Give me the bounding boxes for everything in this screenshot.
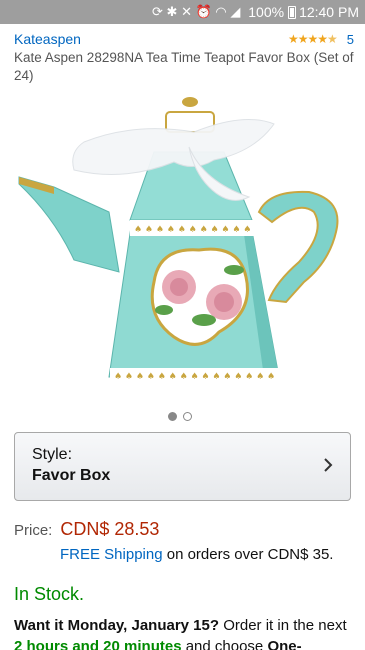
- battery-percent: 100%: [248, 4, 285, 20]
- delivery-date: Want it Monday, January 15?: [14, 617, 220, 634]
- carousel-dot-2[interactable]: [183, 412, 192, 421]
- carousel-dot-1[interactable]: [168, 412, 177, 421]
- battery-icon: [288, 5, 297, 19]
- star-rating-icon: ★★★★★: [287, 32, 338, 46]
- stock-status: In Stock.: [14, 584, 85, 604]
- brand-row: Kateaspen ★★★★★ 5: [14, 30, 354, 48]
- free-shipping-link[interactable]: FREE Shipping: [60, 546, 163, 563]
- price-value: CDN$ 28.53: [60, 519, 160, 539]
- image-carousel-dots: [168, 412, 192, 421]
- rating[interactable]: ★★★★★ 5: [288, 32, 354, 47]
- mute-icon: ✕: [181, 4, 192, 19]
- status-icons: ⟳ ✱ ✕ ⏰ ◠ ◢: [152, 4, 240, 20]
- clock: 12:40 PM: [299, 4, 359, 20]
- delivery-countdown: 2 hours and 20 minutes: [14, 638, 182, 650]
- delivery-and-choose: and choose: [181, 638, 268, 650]
- signal-icon: ◢: [230, 4, 241, 19]
- status-bar: ⟳ ✱ ✕ ⏰ ◠ ◢ 100% 12:40 PM: [0, 0, 365, 24]
- product-image[interactable]: ♠ ♠ ♠ ♠ ♠ ♠ ♠ ♠ ♠ ♠ ♠ ♠ ♠ ♠ ♠ ♠ ♠ ♠ ♠ ♠ …: [14, 92, 354, 397]
- alarm-icon: ⏰: [195, 4, 212, 19]
- style-selector[interactable]: Style: Favor Box: [14, 432, 351, 501]
- shipping-info: FREE Shipping on orders over CDN$ 35.: [60, 546, 333, 563]
- style-value: Favor Box: [32, 467, 111, 484]
- shipping-terms: on orders over CDN$ 35.: [162, 546, 334, 563]
- delivery-option: One-: [267, 638, 302, 650]
- wifi-icon: ◠: [215, 4, 227, 19]
- price-label: Price:: [14, 522, 53, 539]
- rating-count[interactable]: 5: [347, 32, 354, 47]
- style-label: Style:: [32, 446, 73, 463]
- product-title: Kate Aspen 28298NA Tea Time Teapot Favor…: [14, 50, 354, 83]
- svg-text:♠ ♠ ♠ ♠ ♠ ♠ ♠ ♠ ♠ ♠ ♠: ♠ ♠ ♠ ♠ ♠ ♠ ♠ ♠ ♠ ♠ ♠: [134, 225, 251, 235]
- sync-icon: ⟳: [152, 4, 163, 19]
- chevron-right-icon: [324, 458, 333, 472]
- delivery-order-in: Order it in the next: [219, 617, 347, 634]
- svg-text:♠ ♠ ♠ ♠ ♠ ♠ ♠ ♠ ♠ ♠ ♠ ♠ ♠ ♠ ♠: ♠ ♠ ♠ ♠ ♠ ♠ ♠ ♠ ♠ ♠ ♠ ♠ ♠ ♠ ♠: [114, 372, 275, 382]
- brand-link[interactable]: Kateaspen: [14, 31, 81, 47]
- bluetooth-icon: ✱: [166, 4, 178, 19]
- price-row: Price: CDN$ 28.53: [14, 519, 159, 540]
- delivery-message: Want it Monday, January 15? Order it in …: [14, 615, 354, 650]
